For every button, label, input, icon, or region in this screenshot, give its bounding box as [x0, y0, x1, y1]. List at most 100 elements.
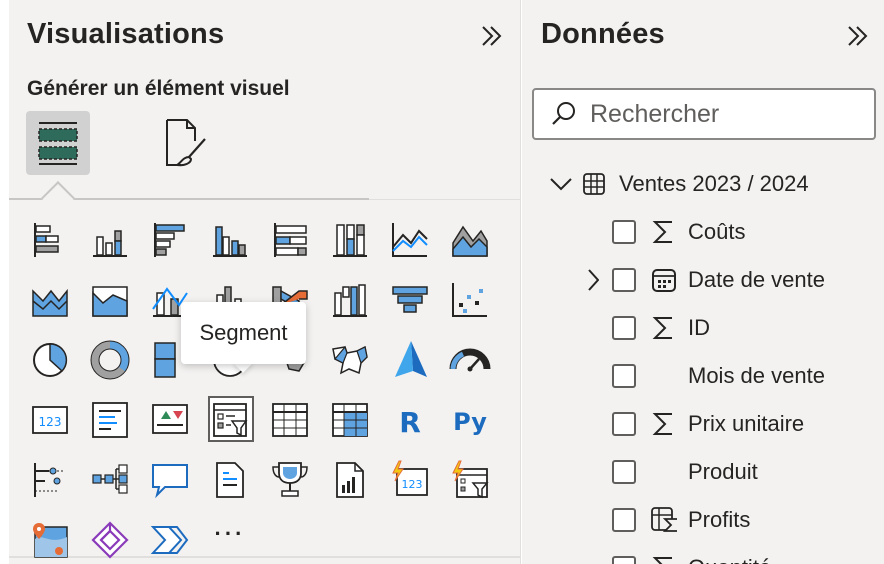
card-button[interactable]: 123	[22, 394, 78, 446]
paginated-report-button[interactable]	[322, 454, 378, 506]
clustered-bar-chart-icon	[154, 223, 185, 257]
100-stacked-bar-chart-button[interactable]	[262, 214, 318, 266]
r-visual-button[interactable]: R	[382, 394, 438, 446]
field-checkbox[interactable]	[612, 268, 636, 292]
chevron-down-icon[interactable]	[549, 172, 573, 196]
donut-chart-icon	[90, 340, 130, 380]
field-checkbox[interactable]	[612, 316, 636, 340]
table-icon	[581, 171, 607, 197]
chevron-double-right-icon	[482, 26, 502, 46]
shape-map-button[interactable]	[322, 334, 378, 386]
waterfall-chart-button[interactable]	[322, 274, 378, 326]
field-label: ID	[688, 315, 710, 340]
svg-text:123: 123	[402, 478, 423, 491]
sigma-icon	[650, 410, 678, 438]
calendar-icon	[650, 266, 678, 294]
stacked-column-chart-button[interactable]	[82, 214, 138, 266]
matrix-button[interactable]	[322, 394, 378, 446]
field-row[interactable]: Quantité	[582, 544, 771, 564]
100-stacked-area-chart-button[interactable]	[82, 274, 138, 326]
kpi-button[interactable]	[142, 394, 198, 446]
field-row[interactable]: Produit	[582, 448, 758, 496]
tab-divider-right	[369, 199, 521, 200]
field-checkbox[interactable]	[612, 412, 636, 436]
multi-row-card-button[interactable]	[82, 394, 138, 446]
power-automate-card-icon: 123	[392, 460, 428, 496]
build-visual-tab[interactable]	[26, 111, 90, 175]
more-visuals-icon: ···	[214, 521, 246, 546]
metrics-icon	[272, 462, 308, 497]
power-apps-button[interactable]	[82, 514, 138, 564]
metrics-button[interactable]	[262, 454, 318, 506]
donut-chart-button[interactable]	[82, 334, 138, 386]
field-row[interactable]: Profits	[582, 496, 750, 544]
field-checkbox[interactable]	[612, 460, 636, 484]
decomposition-tree-button[interactable]	[82, 454, 138, 506]
scatter-chart-button[interactable]	[442, 274, 498, 326]
stacked-area-chart-button[interactable]	[22, 274, 78, 326]
shape-map-icon	[332, 345, 368, 375]
power-automate-button[interactable]	[142, 514, 198, 564]
search-placeholder: Rechercher	[590, 99, 720, 128]
visualizations-title: Visualisations	[27, 18, 225, 50]
pie-chart-button[interactable]	[22, 334, 78, 386]
area-chart-button[interactable]	[442, 214, 498, 266]
field-checkbox[interactable]	[612, 220, 636, 244]
gallery-bottom-divider	[9, 556, 521, 558]
funnel-chart-icon	[392, 286, 428, 313]
field-row[interactable]: Coûts	[582, 208, 745, 256]
field-checkbox[interactable]	[612, 508, 636, 532]
field-row[interactable]: Date de vente	[582, 256, 825, 304]
search-input[interactable]: Rechercher	[532, 88, 876, 140]
line-chart-button[interactable]	[382, 214, 438, 266]
power-automate-slicer-button[interactable]	[442, 454, 498, 506]
field-row[interactable]: ID	[582, 304, 710, 352]
calculated-column-icon	[650, 506, 678, 534]
100-stacked-column-chart-icon	[333, 224, 367, 257]
gauge-button[interactable]	[442, 334, 498, 386]
visualizations-pane: Visualisations Générer un élément visuel	[9, 0, 521, 564]
svg-text:R: R	[399, 406, 421, 439]
table-button[interactable]	[262, 394, 318, 446]
100-stacked-area-chart-icon	[92, 286, 128, 317]
area-chart-icon	[452, 225, 488, 257]
slicer-button[interactable]	[202, 394, 258, 446]
arcgis-map-icon	[33, 523, 68, 558]
clustered-bar-chart-button[interactable]	[142, 214, 198, 266]
arcgis-map-button[interactable]	[22, 514, 78, 564]
stacked-bar-chart-button[interactable]	[22, 214, 78, 266]
collapse-data-pane-button[interactable]	[842, 20, 874, 52]
field-row[interactable]: Mois de vente	[582, 352, 825, 400]
power-apps-icon	[91, 521, 129, 559]
field-label: Mois de vente	[688, 363, 825, 388]
search-icon	[550, 100, 578, 128]
field-label: Profits	[688, 507, 751, 532]
collapse-visualizations-button[interactable]	[476, 20, 508, 52]
field-label: Coûts	[688, 219, 746, 244]
svg-text:Py: Py	[453, 408, 487, 436]
format-visual-tab[interactable]	[153, 111, 217, 175]
format-visual-icon	[166, 119, 206, 167]
line-chart-icon	[392, 223, 428, 257]
field-checkbox[interactable]	[612, 364, 636, 388]
field-row[interactable]: Prix unitaire	[582, 400, 804, 448]
sigma-icon	[650, 218, 678, 246]
python-visual-button[interactable]: Py	[442, 394, 498, 446]
pie-chart-icon	[33, 343, 68, 377]
qa-button[interactable]	[142, 454, 198, 506]
clustered-column-chart-button[interactable]	[202, 214, 258, 266]
azure-map-button[interactable]	[382, 334, 438, 386]
table-node[interactable]: Ventes 2023 / 2024	[549, 160, 809, 208]
field-checkbox[interactable]	[612, 556, 636, 564]
data-pane-title: Données	[541, 18, 665, 50]
chevron-double-right-icon	[848, 26, 868, 46]
key-influencers-button[interactable]	[22, 454, 78, 506]
chevron-right-icon[interactable]	[582, 268, 604, 292]
funnel-chart-button[interactable]	[382, 274, 438, 326]
python-visual-icon: Py	[453, 408, 487, 436]
table-icon	[272, 403, 308, 437]
100-stacked-column-chart-button[interactable]	[322, 214, 378, 266]
smart-narrative-button[interactable]	[202, 454, 258, 506]
power-automate-icon	[150, 526, 189, 554]
power-automate-card-button[interactable]: 123	[382, 454, 438, 506]
